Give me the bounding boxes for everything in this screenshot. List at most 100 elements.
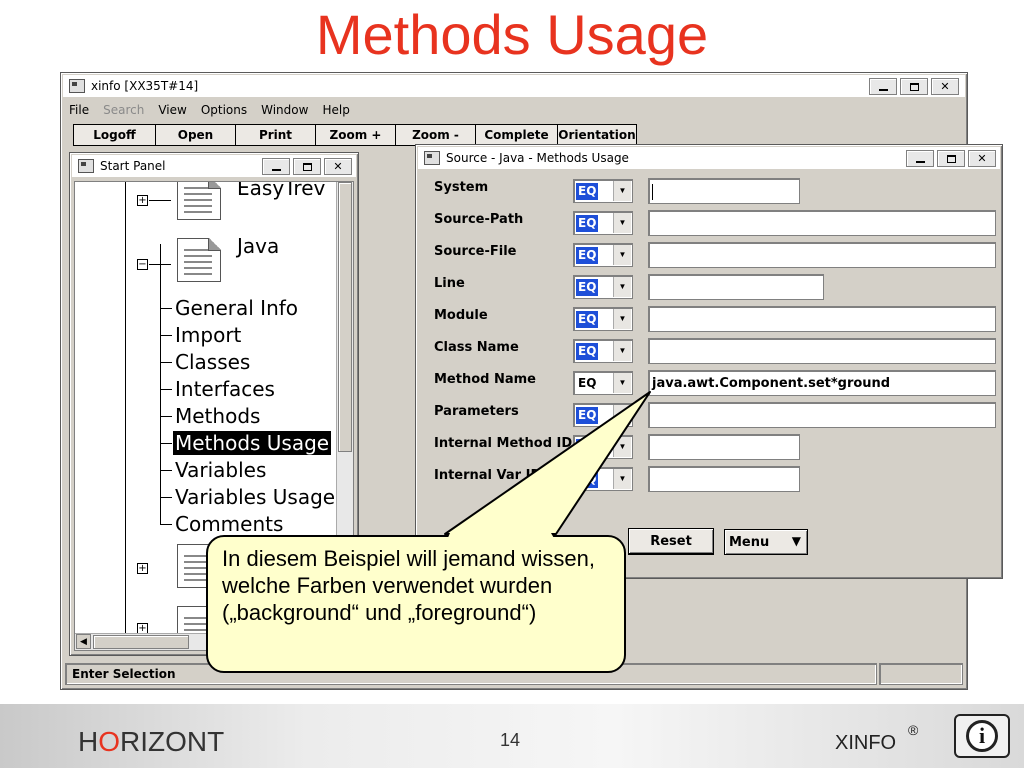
close-button[interactable]: ✕ bbox=[931, 78, 959, 95]
source-maximize-button[interactable] bbox=[937, 150, 965, 167]
menu-help[interactable]: Help bbox=[322, 103, 349, 121]
start-panel-titlebar[interactable]: Start Panel ✕ bbox=[72, 155, 356, 177]
document-icon bbox=[177, 182, 221, 220]
operator-select-parameters[interactable]: EQ ▼ bbox=[573, 403, 633, 427]
field-label-internal-var-id: Internal Var ID bbox=[434, 468, 542, 483]
tree-item-interfaces[interactable]: Interfaces bbox=[175, 377, 275, 401]
slide-title: Methods Usage bbox=[315, 3, 709, 66]
panel-minimize-button[interactable] bbox=[262, 158, 290, 175]
scroll-thumb[interactable] bbox=[93, 635, 189, 649]
tree-line bbox=[160, 470, 172, 471]
source-window: Source - Java - Methods Usage ✕ System E… bbox=[415, 144, 1003, 579]
orientation-button[interactable]: Orientation bbox=[557, 124, 637, 146]
input-system[interactable] bbox=[648, 178, 800, 204]
maximize-icon bbox=[302, 162, 312, 171]
operator-select-class-name[interactable]: EQ ▼ bbox=[573, 339, 633, 363]
tree-line bbox=[125, 182, 126, 650]
menu-window[interactable]: Window bbox=[261, 103, 308, 121]
operator-select-internal-var-id[interactable]: EQ ▼ bbox=[573, 467, 633, 491]
main-window-titlebar[interactable]: xinfo [XX35T#14] ✕ bbox=[63, 75, 965, 97]
field-label-system: System bbox=[434, 180, 489, 195]
input-source-path[interactable] bbox=[648, 210, 996, 236]
menu-button[interactable]: Menu ▼ bbox=[724, 529, 808, 555]
text-caret bbox=[652, 184, 653, 200]
tree-line bbox=[160, 244, 161, 524]
menu-options[interactable]: Options bbox=[201, 103, 247, 121]
tree-item-general-info[interactable]: General Info bbox=[175, 296, 298, 320]
scroll-left-icon[interactable]: ◀ bbox=[76, 634, 91, 649]
panel-maximize-button[interactable] bbox=[293, 158, 321, 175]
page-number: 14 bbox=[500, 730, 521, 750]
status-cell-extra bbox=[879, 663, 963, 685]
print-button[interactable]: Print bbox=[235, 124, 316, 146]
zoom-out-button[interactable]: Zoom - bbox=[395, 124, 476, 146]
open-button[interactable]: Open bbox=[155, 124, 236, 146]
input-module[interactable] bbox=[648, 306, 996, 332]
callout: In diesem Beispiel will jemand wissen, w… bbox=[206, 535, 626, 673]
close-icon: ✕ bbox=[333, 160, 343, 173]
expand-icon[interactable]: + bbox=[137, 195, 148, 206]
menu-view[interactable]: View bbox=[158, 103, 186, 121]
start-panel-title: Start Panel bbox=[100, 159, 166, 173]
reset-button[interactable]: Reset bbox=[628, 528, 714, 554]
tree-line bbox=[160, 308, 172, 309]
field-label-source-path: Source-Path bbox=[434, 212, 524, 227]
scroll-thumb[interactable] bbox=[338, 182, 352, 452]
tree-line bbox=[160, 497, 172, 498]
tree-item-variables-usage[interactable]: Variables Usage bbox=[175, 485, 335, 509]
operator-select-source-file[interactable]: EQ ▼ bbox=[573, 243, 633, 267]
tree-item-variables[interactable]: Variables bbox=[175, 458, 266, 482]
operator-select-system[interactable]: EQ ▼ bbox=[573, 179, 633, 203]
source-window-titlebar[interactable]: Source - Java - Methods Usage ✕ bbox=[418, 147, 1000, 169]
source-window-title: Source - Java - Methods Usage bbox=[446, 151, 629, 165]
menu-button-label: Menu bbox=[729, 534, 770, 550]
close-icon: ✕ bbox=[977, 152, 987, 165]
input-source-file[interactable] bbox=[648, 242, 996, 268]
menu-file[interactable]: File bbox=[69, 103, 89, 121]
input-internal-method-id[interactable] bbox=[648, 434, 800, 460]
dropdown-arrow-icon: ▼ bbox=[613, 437, 631, 457]
field-label-parameters: Parameters bbox=[434, 404, 519, 419]
brand-letter-o: O bbox=[98, 726, 121, 757]
tree-item-java[interactable]: Java bbox=[237, 234, 279, 258]
close-icon: ✕ bbox=[940, 80, 950, 93]
tree-item-easytrev[interactable]: EasyTrev bbox=[237, 182, 325, 200]
operator-select-module[interactable]: EQ ▼ bbox=[573, 307, 633, 331]
panel-close-button[interactable]: ✕ bbox=[324, 158, 352, 175]
input-parameters[interactable] bbox=[648, 402, 996, 428]
panel-icon bbox=[78, 159, 94, 173]
operator-select-internal-method-id[interactable]: EQ ▼ bbox=[573, 435, 633, 459]
tree-item-import[interactable]: Import bbox=[175, 323, 241, 347]
field-label-module: Module bbox=[434, 308, 488, 323]
operator-select-source-path[interactable]: EQ ▼ bbox=[573, 211, 633, 235]
tree-item-comments[interactable]: Comments bbox=[175, 512, 283, 536]
tree-item-classes[interactable]: Classes bbox=[175, 350, 250, 374]
menu-search[interactable]: Search bbox=[103, 103, 144, 121]
dropdown-arrow-icon: ▼ bbox=[613, 245, 631, 265]
tree-line bbox=[160, 443, 172, 444]
source-close-button[interactable]: ✕ bbox=[968, 150, 996, 167]
maximize-button[interactable] bbox=[900, 78, 928, 95]
operator-value: EQ bbox=[576, 183, 599, 200]
info-button[interactable]: i bbox=[954, 714, 1010, 758]
operator-select-line[interactable]: EQ ▼ bbox=[573, 275, 633, 299]
tree-item-methods-usage[interactable]: Methods Usage bbox=[173, 431, 332, 455]
logoff-button[interactable]: Logoff bbox=[73, 124, 156, 146]
tree-line bbox=[160, 389, 172, 390]
input-method-name[interactable]: java.awt.Component.set*ground bbox=[648, 370, 996, 396]
minimize-icon bbox=[878, 88, 888, 91]
complete-button[interactable]: Complete bbox=[475, 124, 558, 146]
source-minimize-button[interactable] bbox=[906, 150, 934, 167]
collapse-icon[interactable]: − bbox=[137, 259, 148, 270]
operator-value: EQ bbox=[576, 471, 599, 488]
input-class-name[interactable] bbox=[648, 338, 996, 364]
minimize-button[interactable] bbox=[869, 78, 897, 95]
info-icon: i bbox=[966, 720, 998, 752]
input-internal-var-id[interactable] bbox=[648, 466, 800, 492]
input-line[interactable] bbox=[648, 274, 824, 300]
operator-select-method-name[interactable]: EQ ▼ bbox=[573, 371, 633, 395]
tree-item-methods[interactable]: Methods bbox=[175, 404, 260, 428]
zoom-in-button[interactable]: Zoom + bbox=[315, 124, 396, 146]
expand-icon[interactable]: + bbox=[137, 563, 148, 574]
operator-value: EQ bbox=[576, 439, 599, 456]
